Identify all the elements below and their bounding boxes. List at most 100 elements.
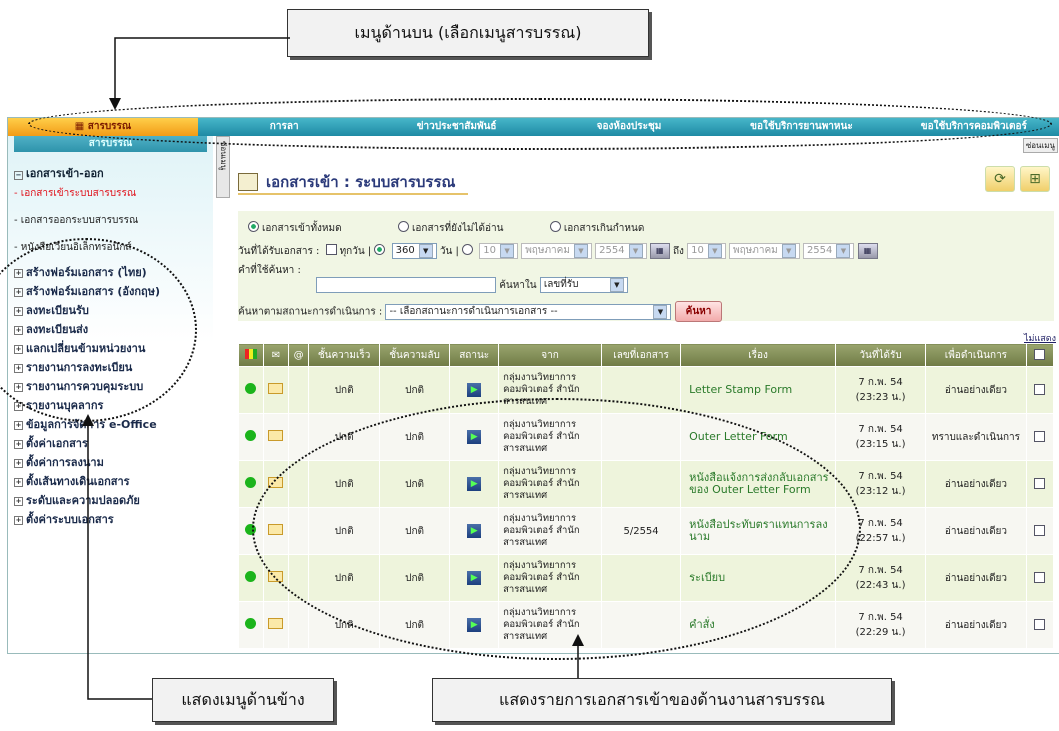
date-cell: 7 ก.พ. 54 (23:23 น.) [835, 366, 927, 414]
status-label: ค้นหาตามสถานะการดำเนินการ : [238, 306, 383, 318]
calendar-icon[interactable]: ▦ [649, 243, 670, 259]
from-year-select[interactable]: 2554 ▼ [595, 243, 647, 259]
every-day-checkbox[interactable] [325, 244, 337, 255]
calendar-icon[interactable]: ▦ [857, 243, 878, 259]
checkbox-icon [1034, 383, 1046, 395]
callout-side-menu: แสดงเมนูด้านข้าง [152, 678, 334, 722]
checkbox-icon [1034, 571, 1046, 583]
col-speed[interactable]: ชั้นความเร็ว [308, 343, 380, 367]
search-button[interactable]: ค้นหา [674, 301, 723, 322]
sidebar-item[interactable]: + ตั้งค่าระบบเอกสาร [14, 510, 213, 528]
time-value: (23:12 น.) [855, 486, 906, 497]
search-in-label: ค้นหาใน [499, 280, 537, 291]
time-value: (23:15 น.) [855, 439, 906, 450]
dropdown-arrow-icon: ▼ [707, 244, 722, 258]
search-in-select[interactable]: เลขที่รับ ▼ [539, 277, 628, 293]
refresh-icon[interactable]: ⟳ [985, 166, 1015, 192]
from-month-value: พฤษภาคม [525, 245, 570, 256]
status-select[interactable]: -- เลือกสถานะการดำเนินการเอกสาร -- ▼ [385, 303, 672, 320]
radio-days[interactable] [374, 244, 386, 255]
priority-header-icon [238, 343, 264, 367]
to-day-select[interactable]: 10 ▼ [687, 243, 726, 259]
read-status-cell [238, 366, 264, 414]
sidebar-collapse-tab[interactable]: ซ่อนเมนู [216, 136, 230, 198]
expand-icon: + [14, 440, 23, 449]
sidebar-group[interactable]: − เอกสารเข้า-ออก [14, 164, 213, 182]
sidebar-sub-outgoing[interactable]: - เอกสารออกระบบสารบรรณ [14, 213, 213, 228]
row-checkbox[interactable] [1026, 413, 1055, 461]
radio-overdue[interactable] [549, 221, 561, 232]
keyword-label: คำที่ใช้ค้นหา : [238, 265, 301, 276]
time-value: (23:23 น.) [855, 392, 906, 403]
sidebar-item[interactable]: + ตั้งค่าเอกสาร [14, 434, 213, 452]
sidebar-item-label: ตั้งค่าเอกสาร [26, 437, 88, 450]
envelope-cell[interactable] [263, 366, 289, 414]
dropdown-arrow-icon: ▼ [500, 244, 515, 258]
dropdown-arrow-icon: ▼ [781, 244, 796, 258]
time-value: (22:43 น.) [855, 580, 906, 591]
status-dot-icon [245, 571, 257, 582]
row-checkbox[interactable] [1026, 366, 1055, 414]
status-flag-icon: ▶ [467, 383, 482, 397]
sitemap-icon[interactable]: ⊞ [1020, 166, 1050, 192]
dropdown-arrow-icon: ▼ [573, 244, 588, 258]
search-filter-panel: เอกสารเข้าทั้งหมด เอกสารที่ยังไม่ได้อ่าน… [238, 211, 1054, 322]
radio-all[interactable] [248, 221, 259, 232]
to-month-select[interactable]: พฤษภาคม ▼ [729, 243, 800, 259]
row-checkbox[interactable] [1026, 507, 1055, 555]
sidebar-item[interactable]: + ตั้งค่าการลงนาม [14, 453, 213, 471]
dropdown-arrow-icon: ▼ [628, 244, 643, 258]
from-month-select[interactable]: พฤษภาคม ▼ [521, 243, 592, 259]
status-dot-icon [245, 430, 257, 441]
time-value: (22:57 น.) [855, 533, 906, 544]
document-icon [238, 173, 258, 191]
days-select[interactable]: 360 ▼ [391, 243, 437, 259]
row-checkbox[interactable] [1026, 460, 1055, 508]
sidebar-item-label: ระดับและความปลอดภัย [26, 494, 140, 507]
sidebar-item[interactable]: + ตั้งเส้นทางเดินเอกสาร [14, 472, 213, 490]
speed-cell: ปกติ [308, 366, 380, 414]
radio-range[interactable] [462, 244, 474, 255]
to-day-value: 10 [691, 245, 704, 256]
radio-unread[interactable] [397, 221, 409, 232]
col-date[interactable]: วันที่ได้รับ [835, 343, 927, 367]
date-cell: 7 ก.พ. 54 (23:15 น.) [835, 413, 927, 461]
from-day-select[interactable]: 10 ▼ [479, 243, 519, 259]
checkbox-icon [1034, 618, 1046, 630]
action-cell: อ่านอย่างเดียว [925, 601, 1027, 649]
col-status[interactable]: สถานะ [449, 343, 500, 367]
keyword-input[interactable] [316, 277, 496, 293]
date-cell: 7 ก.พ. 54 (22:29 น.) [835, 601, 927, 649]
expand-icon: + [14, 478, 23, 487]
read-status-cell [238, 413, 264, 461]
days-value: 360 [395, 245, 415, 256]
col-from[interactable]: จาก [498, 343, 603, 367]
to-year-select[interactable]: 2554 ▼ [802, 243, 855, 259]
sidebar-item[interactable]: + ระดับและความปลอดภัย [14, 491, 213, 509]
read-status-cell [238, 554, 264, 602]
dropdown-arrow-icon: ▼ [609, 278, 624, 292]
col-secret[interactable]: ชั้นความลับ [378, 343, 451, 367]
sidebar-item-label: ตั้งค่าการลงนาม [26, 456, 104, 469]
col-docno[interactable]: เลขที่เอกสาร [601, 343, 682, 367]
from-day-value: 10 [483, 245, 497, 256]
sidebar-collapse-label: ซ่อนเมนู [219, 141, 228, 171]
col-subject[interactable]: เรื่อง [680, 343, 837, 367]
action-cell: อ่านอย่างเดียว [925, 507, 1027, 555]
sidebar-sub-incoming[interactable]: - เอกสารเข้าระบบสารบรรณ [14, 186, 213, 201]
status-value: -- เลือกสถานะการดำเนินการเอกสาร -- [389, 305, 558, 317]
select-all-checkbox[interactable] [1025, 343, 1055, 367]
subject-link[interactable]: Letter Stamp Form [680, 366, 837, 414]
col-action[interactable]: เพื่อดำเนินการ [925, 343, 1027, 367]
time-value: (22:29 น.) [855, 627, 906, 638]
row-checkbox[interactable] [1026, 554, 1055, 602]
document-list-ellipse [252, 398, 861, 660]
to-label: ถึง [672, 246, 684, 257]
page-title: เอกสารเข้า : ระบบสารบรรณ [266, 173, 456, 191]
envelope-cell[interactable] [263, 413, 289, 461]
row-checkbox[interactable] [1026, 601, 1055, 649]
attachment-cell [288, 366, 310, 414]
envelope-cell[interactable] [263, 601, 289, 649]
date-value: 7 ก.พ. 54 [858, 377, 903, 388]
to-month-value: พฤษภาคม [733, 245, 778, 256]
